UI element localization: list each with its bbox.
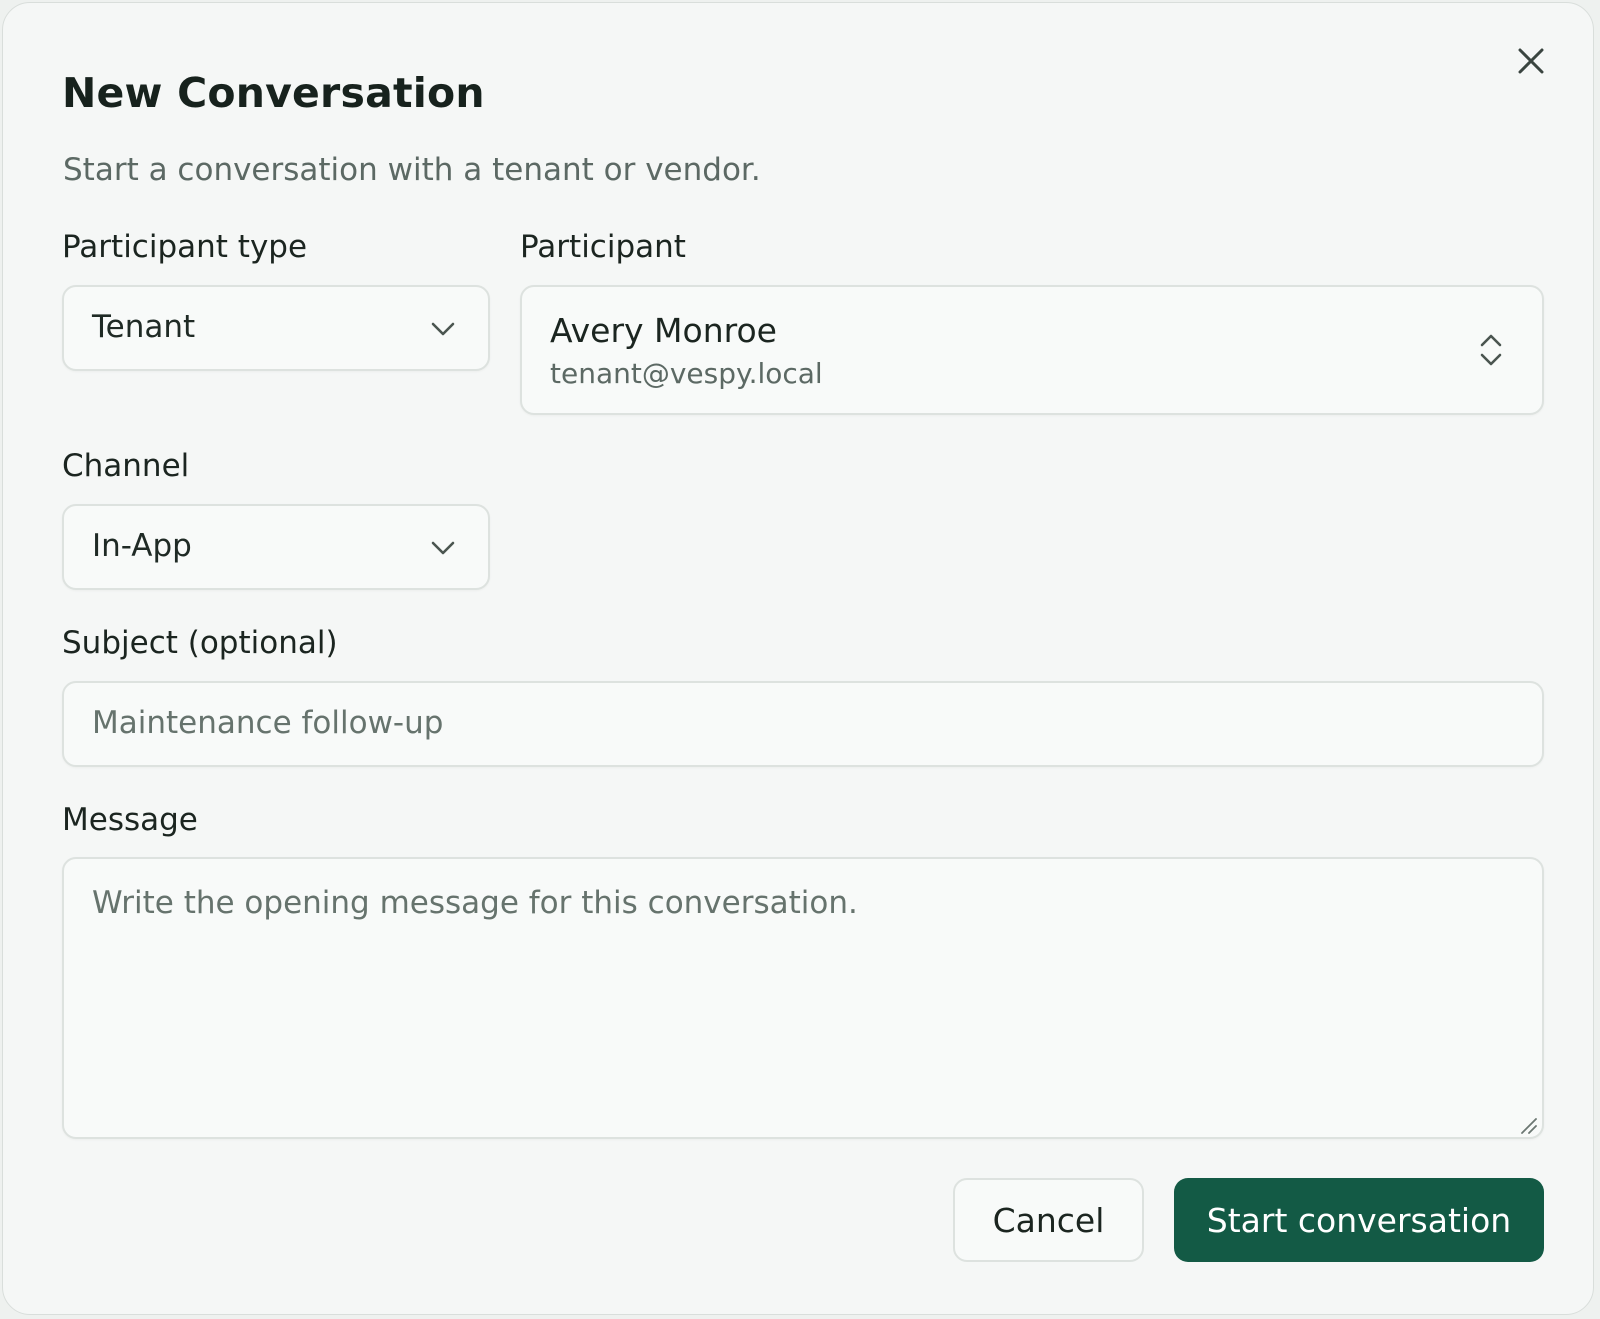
participant-email: tenant@vespy.local — [550, 357, 823, 390]
participant-type-select[interactable]: Tenant — [62, 285, 490, 371]
channel-value: In-App — [92, 528, 192, 564]
new-conversation-dialog: New Conversation Start a conversation wi… — [2, 2, 1594, 1315]
channel-label: Channel — [62, 448, 190, 484]
participant-type-label: Participant type — [62, 229, 308, 265]
subject-input[interactable]: Maintenance follow-up — [62, 681, 1544, 767]
close-icon — [1518, 48, 1544, 74]
subject-label: Subject (optional) — [62, 625, 338, 661]
participant-type-value: Tenant — [92, 309, 196, 345]
subject-placeholder: Maintenance follow-up — [92, 705, 444, 741]
participant-label: Participant — [520, 229, 686, 265]
chevron-down-icon — [431, 541, 455, 555]
dialog-title: New Conversation — [62, 69, 485, 117]
participant-combobox[interactable]: Avery Monroe tenant@vespy.local — [520, 285, 1544, 415]
dialog-subtitle: Start a conversation with a tenant or ve… — [63, 152, 761, 188]
resize-grip-icon[interactable] — [1520, 1117, 1538, 1135]
chevron-up-down-icon — [1480, 334, 1502, 366]
message-label: Message — [62, 802, 198, 838]
message-placeholder: Write the opening message for this conve… — [92, 885, 858, 921]
close-button[interactable] — [1515, 45, 1547, 77]
participant-name: Avery Monroe — [550, 311, 777, 350]
channel-select[interactable]: In-App — [62, 504, 490, 590]
message-textarea[interactable]: Write the opening message for this conve… — [62, 857, 1544, 1139]
cancel-button[interactable]: Cancel — [953, 1178, 1144, 1262]
start-conversation-button[interactable]: Start conversation — [1174, 1178, 1544, 1262]
chevron-down-icon — [431, 322, 455, 336]
